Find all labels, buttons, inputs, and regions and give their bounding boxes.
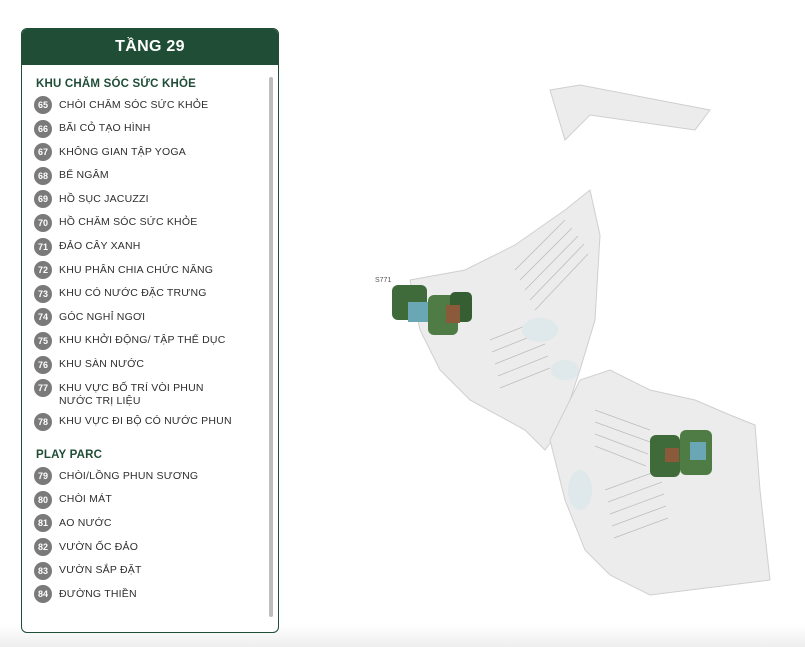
legend-item[interactable]: 76 KHU SÀN NƯỚC <box>34 355 278 375</box>
floor-plan-map[interactable]: S771 <box>350 70 790 630</box>
legend-item[interactable]: 73 KHU CÓ NƯỚC ĐẶC TRƯNG <box>34 284 278 304</box>
legend-item[interactable]: 70 HỒ CHĂM SÓC SỨC KHỎE <box>34 213 278 233</box>
legend-number-badge: 81 <box>34 514 52 533</box>
legend-label: BÃI CỎ TẠO HÌNH <box>59 122 151 135</box>
legend-item[interactable]: 67 KHÔNG GIAN TẬP YOGA <box>34 143 278 162</box>
section-title: KHU CHĂM SÓC SỨC KHỎE <box>36 78 197 90</box>
legend-item[interactable]: 75 KHU KHỞI ĐỘNG/ TẬP THỂ DỤC <box>34 331 278 351</box>
legend-number-badge: 74 <box>34 308 52 327</box>
legend-label: ĐƯỜNG THIỀN <box>59 587 137 600</box>
legend-number-badge: 70 <box>34 213 52 232</box>
legend-item[interactable]: 71 ĐẢO CÂY XANH <box>34 237 278 257</box>
legend-item[interactable]: 79 CHÒI/LỒNG PHUN SƯƠNG <box>34 467 278 486</box>
legend-number-badge: 82 <box>34 538 52 556</box>
legend-item[interactable]: 66 BÃI CỎ TẠO HÌNH <box>34 119 278 139</box>
section-title: PLAY PARC <box>36 449 103 462</box>
legend-label: ĐẢO CÂY XANH <box>59 240 141 253</box>
legend-item[interactable]: 74 GÓC NGHỈ NGƠI <box>34 308 278 327</box>
legend-item[interactable]: 68 BỂ NGÂM <box>34 166 278 186</box>
legend-number-badge: 76 <box>34 355 52 374</box>
legend-label: VƯỜN ỐC ĐẢO <box>59 540 139 553</box>
legend-item[interactable]: 69 HỒ SỤC JACUZZI <box>34 190 278 209</box>
scrollbar-thumb[interactable] <box>269 77 273 617</box>
legend-label: CHÒI CHĂM SÓC SỨC KHỎE <box>59 98 209 111</box>
legend-label: CHÒI MÁT <box>59 493 112 506</box>
legend-item[interactable]: 65 CHÒI CHĂM SÓC SỨC KHỎE <box>34 96 278 115</box>
site-plan-drawing: S771 <box>375 84 771 596</box>
legend-list[interactable]: KHU CHĂM SÓC SỨC KHỎE 65 CHÒI CHĂM SÓC SỨC… <box>22 65 278 625</box>
floor-legend-panel: TẦNG 29 KHU CHĂM SÓC SỨC KHỎE 65 CHÒI CHĂM… <box>21 28 279 633</box>
legend-number-badge: 84 <box>34 585 52 604</box>
legend-number-badge: 78 <box>34 412 52 431</box>
legend-item[interactable]: 81 AO NƯỚC <box>34 514 278 533</box>
legend-label: KHU CÓ NƯỚC ĐẶC TRƯNG <box>59 287 207 300</box>
legend-number-badge: 68 <box>34 166 52 185</box>
legend-item[interactable]: 78 KHU VỰC ĐI BỘ CÓ NƯỚC PHUN <box>34 412 278 432</box>
legend-number-badge: 80 <box>34 490 52 509</box>
legend-item[interactable]: 82 VƯỜN ỐC ĐẢO <box>34 538 278 557</box>
legend-label: KHU VỰC BỐ TRÍ VÒI PHUN NƯỚC TRỊ LIỆU <box>59 381 204 407</box>
legend-number-badge: 69 <box>34 190 52 209</box>
legend-label: KHÔNG GIAN TẬP YOGA <box>59 145 186 158</box>
legend-label: AO NƯỚC <box>59 516 112 529</box>
legend-number-badge: 79 <box>34 467 52 486</box>
legend-number-badge: 83 <box>34 561 52 580</box>
legend-number-badge: 72 <box>34 261 52 280</box>
legend-number-badge: 71 <box>34 237 52 256</box>
legend-label: KHU SÀN NƯỚC <box>59 358 145 371</box>
legend-label: VƯỜN SẮP ĐẶT <box>59 564 142 577</box>
legend-label: BỂ NGÂM <box>59 169 109 182</box>
legend-label: KHU KHỞI ĐỘNG/ TẬP THỂ DỤC <box>59 334 226 347</box>
legend-label: HỒ SỤC JACUZZI <box>59 192 149 205</box>
legend-number-badge: 66 <box>34 119 52 138</box>
legend-number-badge: 75 <box>34 331 52 350</box>
legend-number-badge: 77 <box>34 379 52 398</box>
legend-label: KHU VỰC ĐI BỘ CÓ NƯỚC PHUN <box>59 415 232 428</box>
map-label: S771 <box>375 277 391 284</box>
legend-label: CHÒI/LỒNG PHUN SƯƠNG <box>59 469 199 482</box>
legend-item[interactable]: 83 VƯỜN SẮP ĐẶT <box>34 561 278 581</box>
legend-number-badge: 73 <box>34 284 52 303</box>
legend-item[interactable]: 80 CHÒI MÁT <box>34 490 278 510</box>
legend-item[interactable]: 77 KHU VỰC BỐ TRÍ VÒI PHUN NƯỚC TRỊ LIỆU <box>34 379 278 408</box>
legend-label: GÓC NGHỈ NGƠI <box>59 310 146 323</box>
legend-number-badge: 67 <box>34 143 52 162</box>
legend-label: HỒ CHĂM SÓC SỨC KHỎE <box>59 216 198 229</box>
legend-label: KHU PHÂN CHIA CHỨC NĂNG <box>59 263 214 276</box>
legend-content: KHU CHĂM SÓC SỨC KHỎE 65 CHÒI CHĂM SÓC SỨC… <box>34 78 278 604</box>
panel-title: TẦNG 29 <box>22 29 278 65</box>
legend-number-badge: 65 <box>34 96 52 114</box>
legend-item[interactable]: 72 KHU PHÂN CHIA CHỨC NĂNG <box>34 261 278 280</box>
legend-item[interactable]: 84 ĐƯỜNG THIỀN <box>34 585 278 604</box>
